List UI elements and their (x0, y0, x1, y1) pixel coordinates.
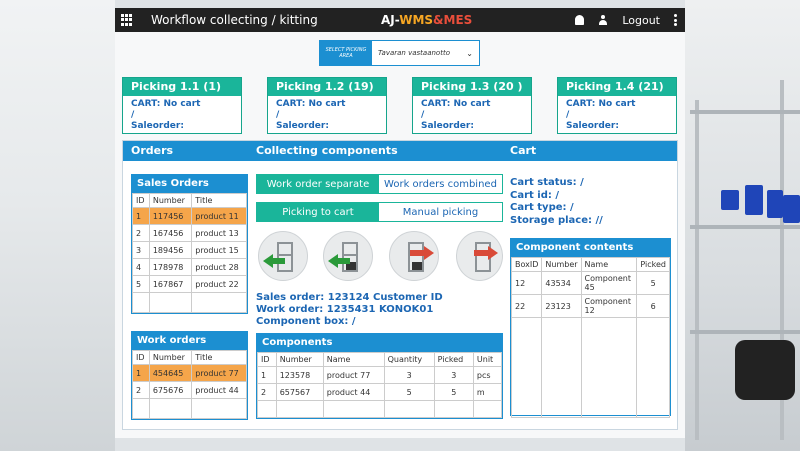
column-header: Name (322, 352, 385, 367)
column-header: ID (132, 350, 150, 365)
sales-orders-title: Sales Orders (132, 175, 247, 193)
picking-saleorder: Saleorder: (131, 121, 184, 131)
component-contents-panel: Component contents BoxID Number Name Picked… (510, 238, 671, 418)
table-row[interactable]: 2 167456 product 13 (132, 224, 247, 242)
column-header: ID (257, 352, 277, 367)
work-orders-title: Work orders (132, 332, 247, 350)
background-left (0, 0, 115, 451)
column-header: Number (275, 352, 324, 367)
work-order-mode-toggle: Work order separate Work orders combined (256, 174, 503, 194)
cart-unload-box-icon[interactable] (323, 231, 373, 281)
components-panel: Components ID Number Name Quantity Picked Uni… (256, 333, 503, 419)
column-header: Picked (636, 257, 670, 272)
logout-button[interactable]: Logout (622, 14, 660, 27)
cart-load-icon[interactable] (456, 231, 503, 281)
picking-to-cart-button[interactable]: Picking to cart (257, 203, 379, 221)
work-order-separate-button[interactable]: Work order separate (257, 175, 379, 193)
components-title: Components (257, 334, 502, 352)
work-order-info: Work order: 1235431 KONOK01 (256, 304, 434, 315)
picking-cart: CART: No cart (276, 99, 346, 109)
sales-orders-table: ID Number Title 1 117456 product 11 2 167456 p… (132, 193, 247, 313)
work-orders-panel: Work orders ID Number Title 1 454645 product… (131, 331, 248, 420)
column-header: Name (580, 257, 638, 272)
table-row[interactable]: 2 657567 product 44 5 5 m (257, 383, 503, 401)
picking-title: Picking 1.2 (19) (268, 78, 386, 96)
picking-card-4[interactable]: Picking 1.4 (21) CART: No cart / Saleorder… (557, 77, 677, 134)
page-title: Workflow collecting / kitting (151, 13, 318, 27)
column-header: ID (132, 193, 150, 208)
component-box-info: Component box: / (256, 316, 356, 327)
column-header: Picked (433, 352, 474, 367)
user-icon[interactable] (598, 15, 608, 25)
picking-slash: / (566, 110, 570, 120)
picking-card-1[interactable]: Picking 1.1 (1) CART: No cart / Saleorder: (122, 77, 242, 134)
bell-icon[interactable] (575, 15, 585, 25)
picking-mode-toggle: Picking to cart Manual picking (256, 202, 503, 222)
main-panel: SELECT PICKING AREA Tavaran vastaanotto ⌄… (115, 32, 685, 438)
section-header: Orders Collecting components Cart (123, 141, 677, 161)
column-header: Number (541, 257, 582, 272)
grid-icon[interactable] (121, 14, 133, 26)
table-row[interactable]: 4 178978 product 28 (132, 258, 247, 276)
picking-slash: / (131, 110, 135, 120)
sales-orders-panel: Sales Orders ID Number Title 1 117456 produc… (131, 174, 248, 314)
cart-id: Cart id: / (510, 189, 559, 201)
cart-status: Cart status: / (510, 177, 584, 188)
picking-title: Picking 1.4 (21) (558, 78, 676, 96)
picking-area-label: SELECT PICKING AREA (320, 41, 372, 65)
picking-cart: CART: No cart (131, 99, 201, 109)
picking-area-select[interactable]: SELECT PICKING AREA Tavaran vastaanotto ⌄ (319, 40, 480, 66)
background-right (685, 0, 800, 451)
collecting-heading: Collecting components (256, 144, 398, 157)
brand-logo: AJ-WMS&MES (381, 13, 473, 27)
column-header: Number (148, 193, 193, 208)
table-row[interactable]: 1 123578 product 77 3 3 pcs (257, 366, 503, 384)
column-header: Title (191, 193, 247, 208)
components-table: ID Number Name Quantity Picked Unit 1 123578 pr… (257, 352, 503, 418)
column-header: Quantity (383, 352, 435, 367)
table-row[interactable]: 2 675676 product 44 (132, 381, 247, 399)
cart-load-box-icon[interactable] (389, 231, 439, 281)
table-row[interactable]: 12 43534 Component 45 5 (510, 271, 670, 295)
sales-order-info: Sales order: 123124 Customer ID (256, 292, 443, 303)
storage-place: Storage place: // (510, 214, 603, 226)
column-header: BoxID (510, 257, 543, 272)
picking-slash: / (421, 110, 425, 120)
cart-unload-icon[interactable] (258, 231, 308, 281)
table-row[interactable]: 22 23123 Component 12 6 (510, 294, 670, 318)
component-contents-title: Component contents (511, 239, 670, 257)
picking-card-2[interactable]: Picking 1.2 (19) CART: No cart / Saleorder… (267, 77, 387, 134)
component-contents-table: BoxID Number Name Picked 12 43534 Component 4… (510, 257, 670, 418)
picking-saleorder: Saleorder: (276, 121, 329, 131)
table-row[interactable]: 1 454645 product 77 (132, 364, 247, 382)
order-info: Sales order: 123124 Customer ID Work ord… (256, 292, 443, 328)
picking-saleorder: Saleorder: (566, 121, 619, 131)
picking-saleorder: Saleorder: (421, 121, 474, 131)
table-row[interactable]: 3 189456 product 15 (132, 241, 247, 259)
picking-area-value: Tavaran vastaanotto (378, 49, 450, 57)
manual-picking-button[interactable]: Manual picking (379, 203, 502, 221)
picking-title: Picking 1.3 (20 ) (413, 78, 531, 96)
orders-heading: Orders (131, 144, 174, 157)
top-bar: Workflow collecting / kitting AJ-WMS&MES… (115, 8, 685, 32)
table-row[interactable]: 5 167867 product 22 (132, 275, 247, 293)
picking-title: Picking 1.1 (1) (123, 78, 241, 96)
more-icon[interactable] (674, 14, 677, 26)
picking-cart: CART: No cart (421, 99, 491, 109)
cart-type: Cart type: / (510, 202, 574, 213)
picking-slash: / (276, 110, 280, 120)
picking-cart: CART: No cart (566, 99, 636, 109)
work-orders-combined-button[interactable]: Work orders combined (379, 175, 502, 193)
picking-card-3[interactable]: Picking 1.3 (20 ) CART: No cart / Saleorde… (412, 77, 532, 134)
column-header: Title (191, 350, 247, 365)
chevron-down-icon: ⌄ (466, 48, 473, 58)
table-row[interactable]: 1 117456 product 11 (132, 207, 247, 225)
column-header: Unit (472, 352, 503, 367)
column-header: Number (148, 350, 193, 365)
cart-info: Cart status: / Cart id: / Cart type: / S… (510, 177, 603, 227)
workflow-section: Orders Collecting components Cart Sales … (122, 140, 678, 430)
cart-heading: Cart (510, 144, 537, 157)
work-orders-table: ID Number Title 1 454645 product 77 2 675676 p… (132, 350, 247, 419)
